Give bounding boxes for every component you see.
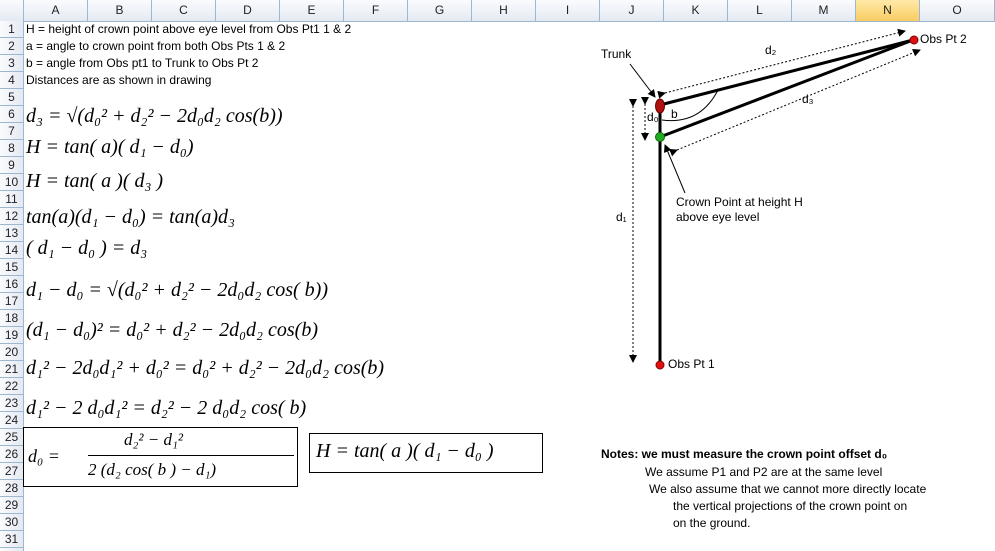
d2-label: d₂ [765, 43, 777, 57]
d1-label: d₁ [616, 210, 627, 224]
trunk-to-obs-pt2-line [659, 38, 914, 107]
d2-dimension-line [657, 28, 906, 99]
obs-pt2-point [909, 35, 919, 45]
d3-label: d₃ [802, 92, 814, 106]
trunk-label: Trunk [601, 47, 632, 61]
crown-point [655, 132, 665, 142]
notes-title: Notes: we must measure the crown point o… [601, 447, 888, 461]
notes-line4: on the ground. [673, 516, 751, 530]
crown-to-obs-pt2-line [659, 38, 914, 139]
obs-pt1-point [655, 360, 665, 370]
notes-line2: We also assume that we cannot more direc… [649, 482, 927, 496]
crown-label-line2: above eye level [676, 210, 760, 224]
d3-dimension-line [669, 48, 921, 157]
d0-label: d₀ [647, 110, 659, 124]
notes-line1: We assume P1 and P2 are at the same leve… [645, 465, 883, 479]
notes-line3: the vertical projections of the crown po… [673, 499, 908, 513]
trunk-pointer [629, 63, 656, 98]
obs-pt2-label: Obs Pt 2 [920, 32, 967, 46]
crown-label-line1: Crown Point at height H [676, 195, 803, 209]
obs-pt1-label: Obs Pt 1 [668, 357, 715, 371]
angle-b-label: b [671, 107, 678, 121]
crown-pointer [664, 144, 686, 194]
